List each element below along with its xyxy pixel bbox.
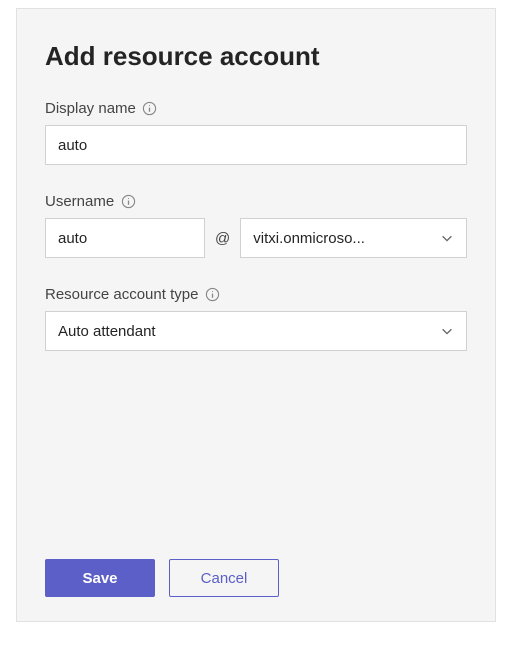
username-row: @ vitxi.onmicroso...	[45, 218, 467, 258]
account-type-value: Auto attendant	[58, 323, 156, 340]
domain-value: vitxi.onmicroso...	[253, 230, 432, 247]
info-icon[interactable]	[120, 194, 136, 210]
info-icon[interactable]	[204, 287, 220, 303]
footer-buttons: Save Cancel	[45, 559, 279, 597]
save-button[interactable]: Save	[45, 559, 155, 597]
panel-title: Add resource account	[45, 41, 467, 72]
display-name-group: Display name	[45, 100, 467, 165]
chevron-down-icon	[440, 231, 454, 245]
username-label: Username	[45, 193, 114, 210]
info-icon[interactable]	[142, 101, 158, 117]
account-type-label: Resource account type	[45, 286, 198, 303]
domain-select[interactable]: vitxi.onmicroso...	[240, 218, 467, 258]
username-group: Username @ vitxi.onmicroso...	[45, 193, 467, 258]
display-name-input[interactable]	[45, 125, 467, 165]
at-symbol: @	[215, 230, 230, 247]
account-type-label-row: Resource account type	[45, 286, 467, 303]
add-resource-account-panel: Add resource account Display name Userna…	[16, 8, 496, 622]
username-label-row: Username	[45, 193, 467, 210]
username-input[interactable]	[45, 218, 205, 258]
account-type-select[interactable]: Auto attendant	[45, 311, 467, 351]
display-name-label-row: Display name	[45, 100, 467, 117]
cancel-button[interactable]: Cancel	[169, 559, 279, 597]
chevron-down-icon	[440, 324, 454, 338]
display-name-label: Display name	[45, 100, 136, 117]
account-type-group: Resource account type Auto attendant	[45, 286, 467, 351]
